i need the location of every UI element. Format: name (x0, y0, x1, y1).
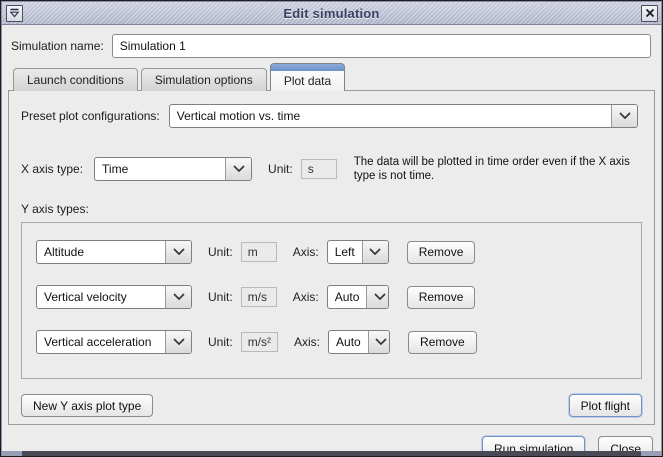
chevron-down-icon (362, 241, 388, 263)
y-unit-label: Unit: (208, 290, 233, 304)
resize-corner-right[interactable] (641, 451, 661, 456)
simulation-name-row: Simulation name: (11, 34, 651, 58)
edit-simulation-dialog: Edit simulation Simulation name: Launch … (0, 0, 663, 457)
tab-launch-conditions[interactable]: Launch conditions (13, 68, 138, 91)
simulation-name-label: Simulation name: (11, 39, 104, 53)
x-axis-row: X axis type: Time Unit: s The data will … (21, 155, 640, 183)
x-axis-combobox[interactable]: Time (94, 157, 252, 181)
panel-bottom-row: New Y axis plot type Plot flight (21, 394, 642, 424)
plot-flight-button[interactable]: Plot flight (569, 394, 642, 417)
y-unit-value: m (241, 242, 277, 262)
chevron-down-icon (366, 286, 388, 308)
chevron-down-icon (165, 286, 191, 308)
window-menu-button[interactable] (6, 5, 23, 22)
remove-button[interactable]: Remove (407, 241, 476, 264)
chevron-down-icon (165, 241, 191, 263)
axis-label: Axis: (294, 335, 320, 349)
chevron-down-icon (165, 331, 191, 353)
close-icon (645, 8, 655, 18)
plot-data-panel: Preset plot configurations: Vertical mot… (8, 90, 655, 425)
close-window-button[interactable] (641, 5, 658, 22)
y-unit-value: m/s (241, 287, 277, 307)
chevron-down-icon (225, 158, 251, 180)
axis-value: Auto (329, 331, 368, 353)
y-axis-row-2: Vertical velocity Unit: m/s Axis: Auto R… (36, 285, 641, 309)
new-y-axis-plot-type-button[interactable]: New Y axis plot type (21, 394, 153, 417)
axis-combobox[interactable]: Auto (328, 330, 390, 354)
preset-value: Vertical motion vs. time (170, 105, 611, 127)
y-type-combobox[interactable]: Vertical velocity (36, 285, 192, 309)
tab-plot-data[interactable]: Plot data (270, 63, 345, 91)
window-title: Edit simulation (2, 6, 661, 21)
tab-bar: Launch conditions Simulation options Plo… (13, 63, 662, 91)
x-axis-label: X axis type: (21, 162, 83, 176)
preset-row: Preset plot configurations: Vertical mot… (21, 104, 638, 128)
y-axis-types-box: Altitude Unit: m Axis: Left Remove (21, 222, 642, 379)
y-axis-row-1: Altitude Unit: m Axis: Left Remove (36, 240, 641, 264)
titlebar: Edit simulation (2, 2, 661, 25)
y-unit-value: m/s² (241, 332, 278, 352)
x-axis-value: Time (95, 158, 225, 180)
tab-label: Plot data (284, 74, 331, 88)
axis-combobox[interactable]: Left (327, 240, 389, 264)
remove-button[interactable]: Remove (408, 331, 477, 354)
y-axis-types-label: Y axis types: (21, 202, 654, 216)
axis-label: Axis: (293, 290, 319, 304)
y-type-combobox[interactable]: Altitude (36, 240, 192, 264)
preset-label: Preset plot configurations: (21, 109, 160, 123)
y-axis-row-3: Vertical acceleration Unit: m/s² Axis: A… (36, 330, 641, 354)
tab-label: Simulation options (155, 73, 253, 87)
axis-value: Left (328, 241, 362, 263)
axis-combobox[interactable]: Auto (327, 285, 389, 309)
window-bottom-border (2, 451, 661, 456)
preset-combobox[interactable]: Vertical motion vs. time (169, 104, 638, 128)
window-menu-icon (9, 8, 20, 18)
remove-button[interactable]: Remove (407, 286, 476, 309)
y-unit-label: Unit: (208, 335, 233, 349)
axis-label: Axis: (293, 245, 319, 259)
chevron-down-icon (611, 105, 637, 127)
tab-simulation-options[interactable]: Simulation options (141, 68, 267, 91)
y-type-value: Vertical acceleration (37, 331, 165, 353)
simulation-name-input[interactable] (112, 34, 651, 58)
x-axis-note: The data will be plotted in time order e… (354, 155, 636, 183)
x-unit-value: s (301, 159, 337, 179)
chevron-down-icon (368, 331, 390, 353)
resize-corner-left[interactable] (2, 451, 22, 456)
y-type-value: Vertical velocity (37, 286, 165, 308)
tab-label: Launch conditions (27, 73, 124, 87)
y-unit-label: Unit: (208, 245, 233, 259)
axis-value: Auto (328, 286, 367, 308)
y-type-combobox[interactable]: Vertical acceleration (36, 330, 192, 354)
x-unit-label: Unit: (268, 162, 293, 176)
y-type-value: Altitude (37, 241, 165, 263)
